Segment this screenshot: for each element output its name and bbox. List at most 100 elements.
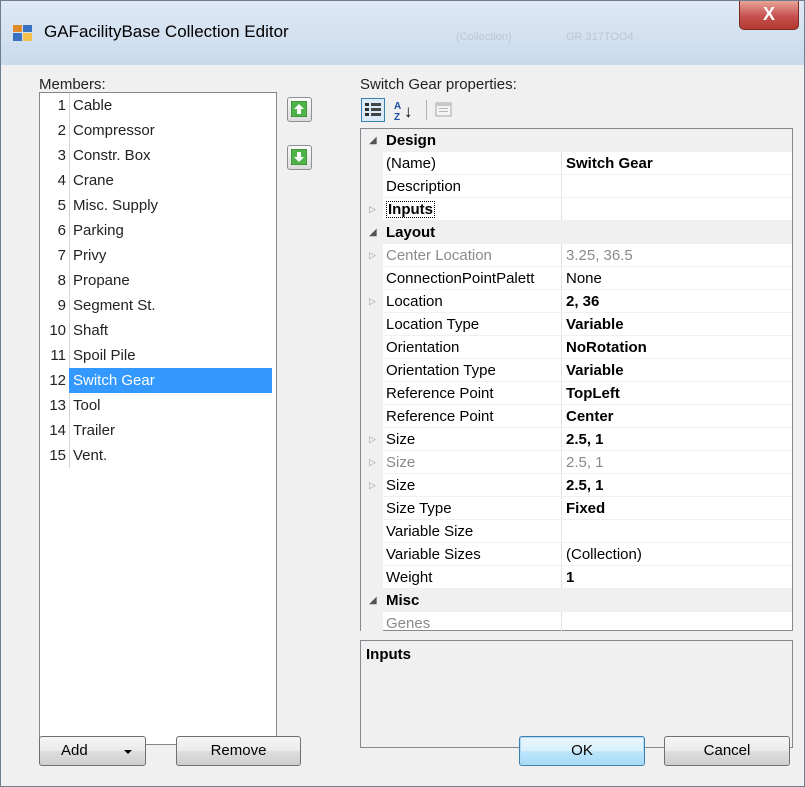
property-row[interactable]: Description xyxy=(361,175,792,198)
list-item[interactable]: 12 Switch Gear xyxy=(40,368,274,393)
list-item[interactable]: 4 Crane xyxy=(40,168,274,193)
property-row[interactable]: Location Type Variable xyxy=(361,313,792,336)
property-pages-button[interactable] xyxy=(432,98,456,122)
app-icon xyxy=(13,25,32,41)
property-row[interactable]: ▷ Inputs xyxy=(361,198,792,221)
property-value[interactable]: 2.5, 1 xyxy=(566,428,604,451)
property-row[interactable]: Variable Sizes (Collection) xyxy=(361,543,792,566)
cancel-button[interactable]: Cancel xyxy=(664,736,790,766)
property-row[interactable]: ▷ Center Location 3.25, 36.5 xyxy=(361,244,792,267)
property-value[interactable]: 2.5, 1 xyxy=(566,474,604,497)
property-value[interactable]: NoRotation xyxy=(566,336,647,359)
property-value[interactable]: Fixed xyxy=(566,497,605,520)
toolbar-separator xyxy=(426,100,427,120)
ok-button[interactable]: OK xyxy=(519,736,645,766)
property-value[interactable]: Variable xyxy=(566,313,624,336)
property-name-text: Description xyxy=(386,178,462,195)
list-item[interactable]: 8 Propane xyxy=(40,268,274,293)
green-up-arrow-icon xyxy=(291,101,307,117)
expand-glyph-icon[interactable]: ▷ xyxy=(369,244,376,267)
property-row[interactable]: Reference Point Center xyxy=(361,405,792,428)
move-up-button[interactable] xyxy=(287,97,312,122)
property-category-row[interactable]: ◢ Layout xyxy=(361,221,792,244)
property-row[interactable]: Reference Point TopLeft xyxy=(361,382,792,405)
list-item-label: Misc. Supply xyxy=(73,197,159,214)
property-row[interactable]: ConnectionPointPalett None xyxy=(361,267,792,290)
property-name: Orientation Type xyxy=(386,359,561,382)
row-gutter xyxy=(361,336,383,359)
list-item[interactable]: 14 Trailer xyxy=(40,418,274,443)
property-row[interactable]: ▷ Size 2.5, 1 xyxy=(361,428,792,451)
list-item[interactable]: 15 Vent. xyxy=(40,443,274,468)
property-name: Misc xyxy=(386,589,561,612)
expand-glyph-icon[interactable]: ▷ xyxy=(369,474,376,497)
move-down-button[interactable] xyxy=(287,145,312,170)
column-divider xyxy=(561,382,562,405)
property-row[interactable]: Variable Size xyxy=(361,520,792,543)
title-bar[interactable]: GAFacilityBase Collection Editor (Collec… xyxy=(1,1,804,65)
members-list[interactable]: 1 Cable 2 Compressor 3 Constr. Box 4 Crane 5 Misc… xyxy=(39,92,277,745)
collection-editor-window: GAFacilityBase Collection Editor (Collec… xyxy=(0,0,805,787)
column-divider xyxy=(561,267,562,290)
property-value[interactable]: None xyxy=(566,267,602,290)
property-row[interactable]: ▷ Size 2.5, 1 xyxy=(361,451,792,474)
expand-glyph-icon[interactable]: ▷ xyxy=(369,290,376,313)
property-name: Reference Point xyxy=(386,405,561,428)
row-gutter xyxy=(361,543,383,566)
property-name-text: (Name) xyxy=(386,155,437,172)
alphabetical-button[interactable]: A Z ↓ xyxy=(391,98,415,123)
property-value[interactable]: 3.25, 36.5 xyxy=(566,244,633,267)
property-name-text: Orientation Type xyxy=(386,362,496,379)
property-value[interactable]: TopLeft xyxy=(566,382,620,405)
property-value[interactable]: (Collection) xyxy=(566,543,642,566)
list-item[interactable]: 1 Cable xyxy=(40,93,274,118)
property-value[interactable]: 1 xyxy=(566,566,574,589)
property-value[interactable]: 2.5, 1 xyxy=(566,451,604,474)
list-item[interactable]: 11 Spoil Pile xyxy=(40,343,274,368)
categorized-button[interactable] xyxy=(361,98,385,122)
collapse-glyph-icon[interactable]: ◢ xyxy=(369,589,377,612)
property-name: Size Type xyxy=(386,497,561,520)
property-grid[interactable]: ◢ Design (Name) Switch Gear Description ▷ Inpu… xyxy=(360,128,793,635)
background-ghost-text: GR 317TOO4 xyxy=(566,31,634,43)
property-value[interactable]: Variable xyxy=(566,359,624,382)
list-item[interactable]: 10 Shaft xyxy=(40,318,274,343)
property-name-text: Variable Size xyxy=(386,523,474,540)
property-row[interactable]: (Name) Switch Gear xyxy=(361,152,792,175)
expand-glyph-icon[interactable]: ▷ xyxy=(369,198,376,221)
property-name-text: Center Location xyxy=(386,247,492,264)
collapse-glyph-icon[interactable]: ◢ xyxy=(369,129,377,152)
list-item-divider xyxy=(69,218,70,243)
list-item[interactable]: 3 Constr. Box xyxy=(40,143,274,168)
property-row[interactable]: Orientation NoRotation xyxy=(361,336,792,359)
property-value[interactable]: 2, 36 xyxy=(566,290,599,313)
list-item-label: Segment St. xyxy=(73,297,156,314)
property-row[interactable]: ▷ Location 2, 36 xyxy=(361,290,792,313)
property-row[interactable]: Genes xyxy=(361,612,792,635)
add-button[interactable]: Add xyxy=(39,736,146,766)
property-row[interactable]: ▷ Size 2.5, 1 xyxy=(361,474,792,497)
property-name: Description xyxy=(386,175,561,198)
property-name-text: Reference Point xyxy=(386,408,494,425)
expand-glyph-icon[interactable]: ▷ xyxy=(369,428,376,451)
expand-glyph-icon[interactable]: ▷ xyxy=(369,451,376,474)
property-row[interactable]: Orientation Type Variable xyxy=(361,359,792,382)
property-category-row[interactable]: ◢ Misc xyxy=(361,589,792,612)
list-item[interactable]: 5 Misc. Supply xyxy=(40,193,274,218)
collapse-glyph-icon[interactable]: ◢ xyxy=(369,221,377,244)
list-item[interactable]: 6 Parking xyxy=(40,218,274,243)
property-row[interactable]: Weight 1 xyxy=(361,566,792,589)
close-button[interactable]: X xyxy=(739,1,799,30)
description-title: Inputs xyxy=(366,646,411,663)
list-item-divider xyxy=(69,168,70,193)
list-item-label: Spoil Pile xyxy=(73,347,136,364)
remove-button[interactable]: Remove xyxy=(176,736,301,766)
property-row[interactable]: Size Type Fixed xyxy=(361,497,792,520)
list-item[interactable]: 2 Compressor xyxy=(40,118,274,143)
property-category-row[interactable]: ◢ Design xyxy=(361,129,792,152)
list-item[interactable]: 9 Segment St. xyxy=(40,293,274,318)
property-value[interactable]: Center xyxy=(566,405,614,428)
property-value[interactable]: Switch Gear xyxy=(566,152,653,175)
list-item[interactable]: 7 Privy xyxy=(40,243,274,268)
list-item[interactable]: 13 Tool xyxy=(40,393,274,418)
